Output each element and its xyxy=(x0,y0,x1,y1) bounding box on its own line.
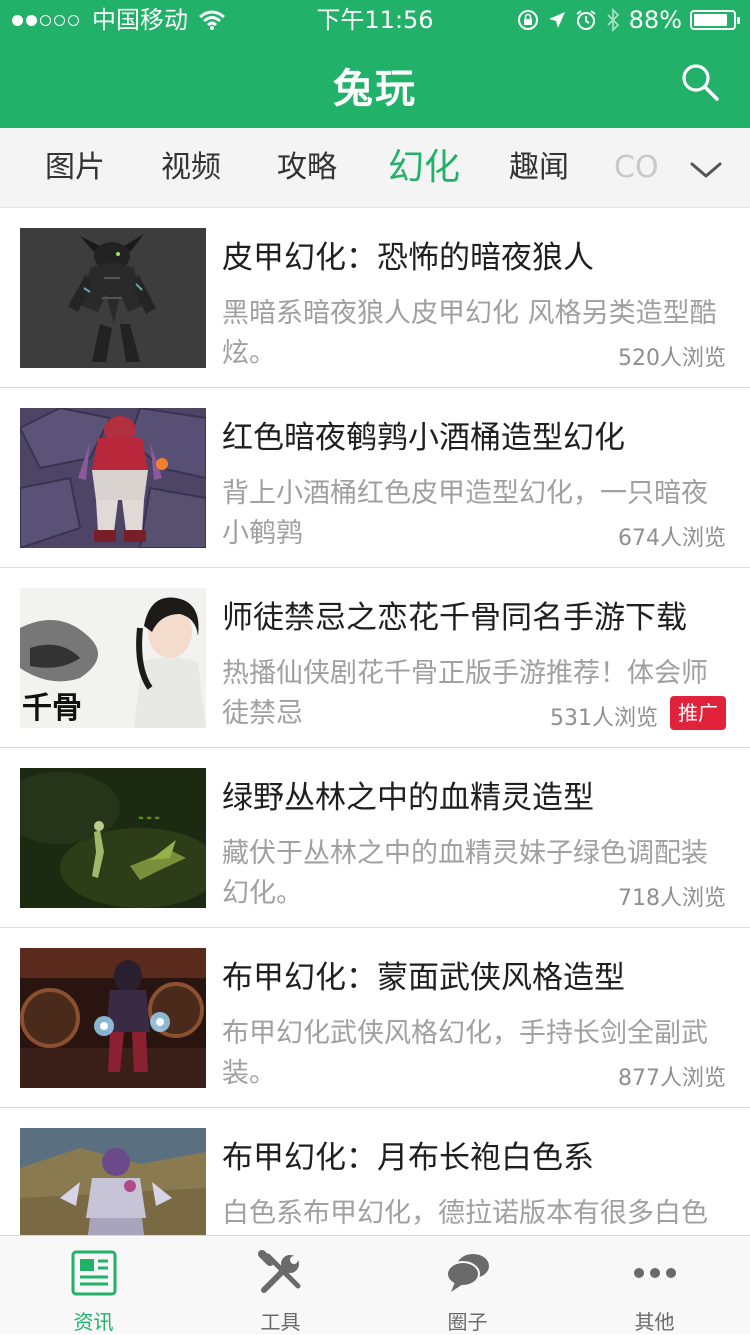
tabbar-item-other[interactable]: 其他 xyxy=(561,1236,748,1335)
list-item[interactable]: 皮甲幻化：恐怖的暗夜狼人 黑暗系暗夜狼人皮甲幻化 风格另类造型酷炫。 520人浏… xyxy=(0,208,750,388)
list-item[interactable]: 红色暗夜鹌鹑小酒桶造型幻化 背上小酒桶红色皮甲造型幻化，一只暗夜小鹌鹑 674人… xyxy=(0,388,750,568)
article-title: 布甲幻化：蒙面武侠风格造型 xyxy=(222,960,625,996)
location-arrow-icon xyxy=(548,12,565,28)
tabbar-label: 圈子 xyxy=(447,1310,488,1334)
news-icon xyxy=(71,1250,117,1296)
article-thumbnail xyxy=(20,1128,206,1235)
tabbar-item-news[interactable]: 资讯 xyxy=(0,1236,187,1335)
tools-icon xyxy=(258,1250,301,1293)
tab-pictures[interactable]: 图片 xyxy=(30,128,120,208)
battery-icon xyxy=(690,10,740,30)
thumbnail-caption: 千骨 xyxy=(22,691,82,726)
tabbar-item-community[interactable]: 圈子 xyxy=(374,1236,561,1335)
article-title: 布甲幻化：月布长袍白色系 xyxy=(222,1140,594,1176)
list-item[interactable]: ≈ ≈ ≈ 绿野丛林之中的血精灵造型 藏伏于丛林之中的血精灵妹子绿色调配装幻化。… xyxy=(0,748,750,928)
article-title: 皮甲幻化：恐怖的暗夜狼人 xyxy=(222,240,594,276)
tabbar-label: 工具 xyxy=(260,1310,301,1334)
list-item[interactable]: 布甲幻化：月布长袍白色系 白色系布甲幻化，德拉诺版本有很多白色 xyxy=(0,1108,750,1235)
view-count: 520人浏览 xyxy=(618,346,726,371)
chevron-down-icon[interactable] xyxy=(688,152,724,188)
svg-text:≈ ≈ ≈: ≈ ≈ ≈ xyxy=(138,814,160,822)
article-title: 红色暗夜鹌鹑小酒桶造型幻化 xyxy=(222,420,625,456)
battery-percent: 88% xyxy=(628,6,682,34)
category-tabs: 图片 视频 攻略 幻化 趣闻 CO xyxy=(0,128,750,208)
more-icon xyxy=(634,1268,676,1278)
bluetooth-icon xyxy=(607,8,619,32)
view-count: 674人浏览 xyxy=(618,526,726,551)
article-thumbnail: 千骨 xyxy=(20,588,206,728)
tab-guides[interactable]: 攻略 xyxy=(262,128,352,208)
alarm-icon xyxy=(576,10,596,30)
view-count: 531人浏览 xyxy=(550,706,658,731)
promoted-badge: 推广 xyxy=(670,696,726,730)
list-item[interactable]: 布甲幻化：蒙面武侠风格造型 布甲幻化武侠风格幻化，手持长剑全副武装。 877人浏… xyxy=(0,928,750,1108)
article-thumbnail: ≈ ≈ ≈ xyxy=(20,768,206,908)
rotation-lock-icon xyxy=(517,10,538,30)
search-icon[interactable] xyxy=(680,62,720,102)
status-bar: 中国移动 下午11:56 88% xyxy=(0,0,750,40)
article-thumbnail xyxy=(20,948,206,1088)
status-right: 88% xyxy=(517,0,740,40)
tab-cos[interactable]: CO xyxy=(614,128,660,208)
article-list: 皮甲幻化：恐怖的暗夜狼人 黑暗系暗夜狼人皮甲幻化 风格另类造型酷炫。 520人浏… xyxy=(0,208,750,1235)
tabbar-item-tools[interactable]: 工具 xyxy=(187,1236,374,1335)
view-count: 718人浏览 xyxy=(618,886,726,911)
tabbar-label: 资讯 xyxy=(73,1310,114,1334)
article-thumbnail xyxy=(20,408,206,548)
article-title: 师徒禁忌之恋花千骨同名手游下载 xyxy=(222,600,687,636)
tabbar-label: 其他 xyxy=(634,1310,675,1334)
chat-icon xyxy=(446,1254,489,1292)
article-description: 白色系布甲幻化，德拉诺版本有很多白色 xyxy=(222,1198,708,1229)
article-title: 绿野丛林之中的血精灵造型 xyxy=(222,780,594,816)
article-thumbnail xyxy=(20,228,206,368)
view-count: 877人浏览 xyxy=(618,1066,726,1091)
bottom-tab-bar: 资讯 工具 圈子 其他 xyxy=(0,1235,750,1334)
app-header: 中国移动 下午11:56 88% 兔玩 xyxy=(0,0,750,128)
page-title: 兔玩 xyxy=(333,66,417,112)
tab-videos[interactable]: 视频 xyxy=(146,128,236,208)
list-item[interactable]: 千骨 师徒禁忌之恋花千骨同名手游下载 热播仙侠剧花千骨正版手游推荐！体会师徒禁忌… xyxy=(0,568,750,748)
tab-transmog[interactable]: 幻化 xyxy=(374,128,474,208)
tab-fun-news[interactable]: 趣闻 xyxy=(494,128,584,208)
